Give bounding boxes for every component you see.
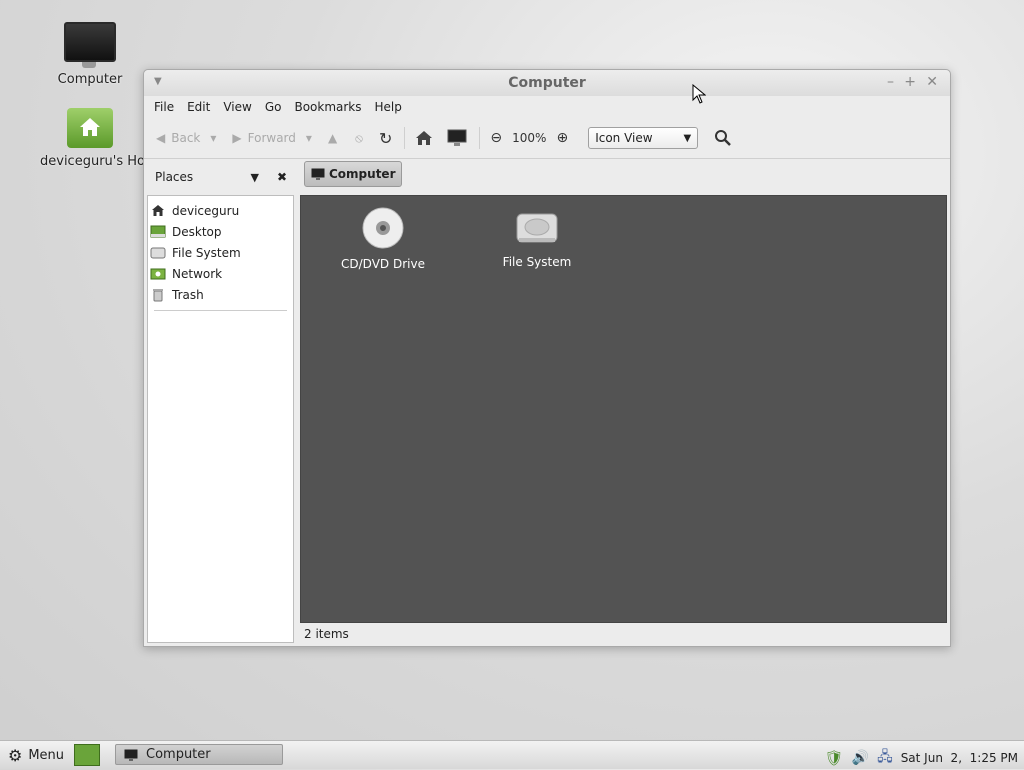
taskbar-item-label: Computer [146,747,211,762]
network-icon [150,267,166,281]
shield-icon[interactable]: 🛡 [825,749,844,767]
maximize-icon[interactable]: + [904,74,916,90]
menu-help[interactable]: Help [375,100,402,114]
taskbar: ⚙ Menu Computer 🛡 🔊 🖧 Sat Jun 2, 1:25 PM [0,740,1024,769]
path-crumb-label: Computer [329,167,396,181]
up-button[interactable]: ▲ [328,131,337,145]
volume-icon[interactable]: 🔊 [852,750,869,766]
harddisk-icon [516,213,558,243]
sidebar-header: Places ▼ ✖ [147,160,293,194]
sidebar-item-filesystem[interactable]: File System [148,242,293,263]
desktop-icon-label: deviceguru's Hom [40,154,158,169]
trash-icon [150,288,166,302]
mouse-cursor-icon [692,84,706,104]
sidebar-item-trash[interactable]: Trash [148,284,293,305]
menu-go[interactable]: Go [265,100,282,114]
minimize-icon[interactable]: – [887,74,894,90]
menu-edit[interactable]: Edit [187,100,210,114]
home-button[interactable] [415,130,433,146]
sidebar-item-network[interactable]: Network [148,263,293,284]
file-item-cd-dvd[interactable]: CD/DVD Drive [333,206,433,271]
file-view[interactable]: CD/DVD Drive File System [300,195,947,623]
view-mode-value: Icon View [595,131,653,145]
home-folder-icon [67,108,113,148]
back-history-dropdown[interactable]: ▾ [210,131,216,145]
view-mode-select[interactable]: Icon View ▼ [588,127,699,149]
search-button[interactable] [714,129,732,147]
desktop-icon-computer[interactable]: Computer [40,22,140,87]
sidebar-dropdown-icon[interactable]: ▼ [250,171,258,184]
sidebar-title: Places [155,170,194,184]
toolbar-separator [479,127,481,149]
gear-icon: ⚙ [8,745,23,765]
forward-label: Forward [247,131,296,145]
sidebar-close-icon[interactable]: ✖ [277,170,287,184]
desktop-icon [150,225,166,239]
drive-icon [150,246,166,260]
clock[interactable]: Sat Jun 2, 1:25 PM [901,751,1018,765]
search-icon [715,130,732,146]
arrow-left-icon: ◀ [156,131,166,145]
toolbar-separator [404,127,406,149]
file-item-filesystem[interactable]: File System [487,210,587,269]
status-text: 2 items [304,627,349,641]
network-tray-icon[interactable]: 🖧 [877,746,893,770]
menu-view[interactable]: View [223,100,251,114]
desktop-icon-label: Computer [57,72,123,87]
window-titlebar[interactable]: ▼ Computer – + ✕ [144,70,950,96]
arrow-right-icon: ▶ [232,131,242,145]
toolbar: ◀ Back ▾ ▶ Forward ▾ ▲ ⦸ ↻ ⊖ 100% ⊕ Icon… [144,118,950,159]
forward-history-dropdown[interactable]: ▾ [306,131,312,145]
back-label: Back [171,131,201,145]
home-icon [416,131,433,145]
sidebar-item-label: Desktop [172,224,222,239]
menubar: File Edit View Go Bookmarks Help [144,96,950,118]
places-sidebar: deviceguru Desktop File System Network T… [147,195,294,643]
zoom-in-button[interactable]: ⊕ [556,130,568,146]
sidebar-item-label: Trash [172,287,204,302]
window-title: Computer [508,75,586,91]
menu-file[interactable]: File [154,100,174,114]
path-crumb-computer[interactable]: Computer [304,161,403,187]
back-button[interactable]: ◀ Back [156,131,200,145]
zoom-level: 100% [512,131,547,145]
sidebar-item-label: File System [172,245,241,260]
file-manager-window: ▼ Computer – + ✕ File Edit View Go Bookm… [143,69,951,647]
menu-bookmarks[interactable]: Bookmarks [294,100,361,114]
computer-icon [124,749,138,761]
computer-button[interactable] [447,129,467,147]
stop-button[interactable]: ⦸ [355,131,363,146]
start-menu-label: Menu [28,747,65,763]
chevron-down-icon: ▼ [683,132,692,144]
sidebar-item-label: deviceguru [172,203,240,218]
monitor-icon [64,22,116,68]
cd-icon [362,207,404,249]
close-icon[interactable]: ✕ [926,74,938,90]
file-item-label: File System [502,255,572,269]
sidebar-divider [154,310,287,311]
taskbar-item-computer[interactable]: Computer [115,744,283,765]
sidebar-item-desktop[interactable]: Desktop [148,221,293,242]
computer-icon [447,129,467,146]
computer-icon [311,168,325,180]
sidebar-item-home[interactable]: deviceguru [148,200,293,221]
sidebar-item-label: Network [172,266,223,281]
show-desktop-button[interactable] [74,744,100,766]
reload-button[interactable]: ↻ [379,129,392,148]
desktop-icon-home[interactable]: deviceguru's Hom [40,108,158,169]
system-tray: 🛡 🔊 🖧 Sat Jun 2, 1:25 PM [825,746,1018,770]
start-menu-button[interactable]: ⚙ Menu [8,746,64,765]
path-bar: Computer [304,161,403,187]
home-icon [150,204,166,218]
forward-button[interactable]: ▶ Forward [232,131,296,145]
file-item-label: CD/DVD Drive [341,257,425,271]
zoom-out-button[interactable]: ⊖ [490,130,502,146]
status-bar: 2 items [300,623,947,645]
